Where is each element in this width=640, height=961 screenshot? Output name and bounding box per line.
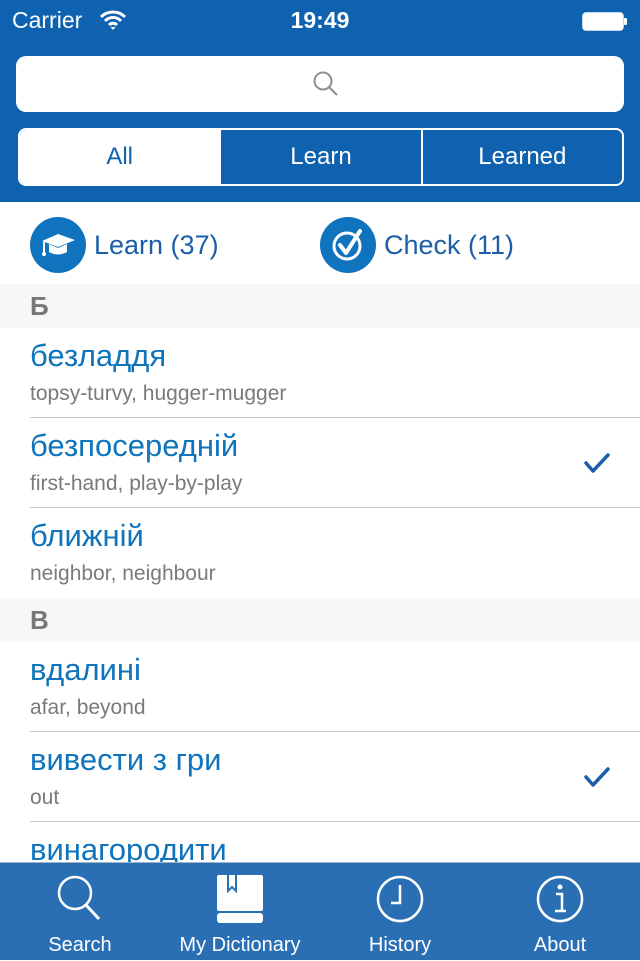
segment-learned[interactable]: Learned [420, 130, 622, 184]
word: безладдя [30, 338, 167, 373]
list-item[interactable]: безпосередній first-hand, play-by-play [0, 418, 640, 508]
learn-label: Learn (37) [94, 229, 219, 260]
list-item[interactable]: вдалині afar, beyond [0, 642, 640, 732]
translation: afar, beyond [30, 696, 146, 719]
segment-learn[interactable]: Learn [219, 130, 420, 184]
tab-label: Search [48, 934, 112, 956]
list-item[interactable]: винагородити [0, 822, 640, 862]
battery-icon [582, 12, 627, 31]
word: винагородити [30, 832, 227, 862]
check-label: Check (11) [384, 229, 515, 260]
tab-bar: Search My Dictionary History About [0, 862, 640, 960]
tab-search[interactable]: Search [0, 863, 160, 961]
word: ближній [30, 518, 144, 553]
list-item[interactable]: вивести з гри out [0, 732, 640, 822]
segment-all[interactable]: All [20, 130, 220, 184]
section-header: Б [0, 284, 640, 328]
filter-segmented-control: All Learn Learned [18, 128, 624, 186]
check-circle-icon [320, 217, 376, 273]
tab-label: History [368, 934, 432, 956]
tab-about[interactable]: About [480, 863, 640, 961]
action-bar: Learn (37) Check (11) [0, 202, 640, 284]
word-list[interactable]: Б безладдя topsy-turvy, hugger-mugger бе… [0, 284, 640, 862]
word: безпосередній [30, 428, 239, 463]
checkmark-icon [584, 767, 610, 787]
learn-button[interactable]: Learn (37) [30, 217, 219, 273]
word: вивести з гри [30, 742, 222, 777]
book-icon [217, 875, 263, 923]
tab-history[interactable]: History [320, 863, 480, 961]
translation: out [30, 786, 60, 809]
graduation-cap-icon [30, 217, 86, 273]
search-icon [57, 875, 101, 921]
tab-my-dictionary[interactable]: My Dictionary [160, 863, 320, 961]
search-input[interactable] [16, 56, 624, 112]
checkmark-icon [584, 453, 610, 473]
translation: neighbor, neighbour [30, 562, 216, 585]
header: Carrier 19:49 All Learn Learned [0, 0, 640, 202]
list-item[interactable]: безладдя topsy-turvy, hugger-mugger [0, 328, 640, 418]
status-bar: Carrier 19:49 [0, 0, 640, 40]
translation: topsy-turvy, hugger-mugger [30, 382, 287, 405]
section-header: В [0, 598, 640, 642]
tab-label: My Dictionary [179, 934, 301, 956]
tab-label: About [533, 934, 587, 956]
word: вдалині [30, 652, 141, 687]
check-button[interactable]: Check (11) [320, 217, 515, 273]
translation: first-hand, play-by-play [30, 472, 243, 495]
search-icon [313, 71, 338, 96]
clock-icon [376, 875, 424, 923]
list-item[interactable]: ближній neighbor, neighbour [0, 508, 640, 598]
info-icon [536, 875, 584, 923]
clock-time: 19:49 [290, 7, 350, 33]
